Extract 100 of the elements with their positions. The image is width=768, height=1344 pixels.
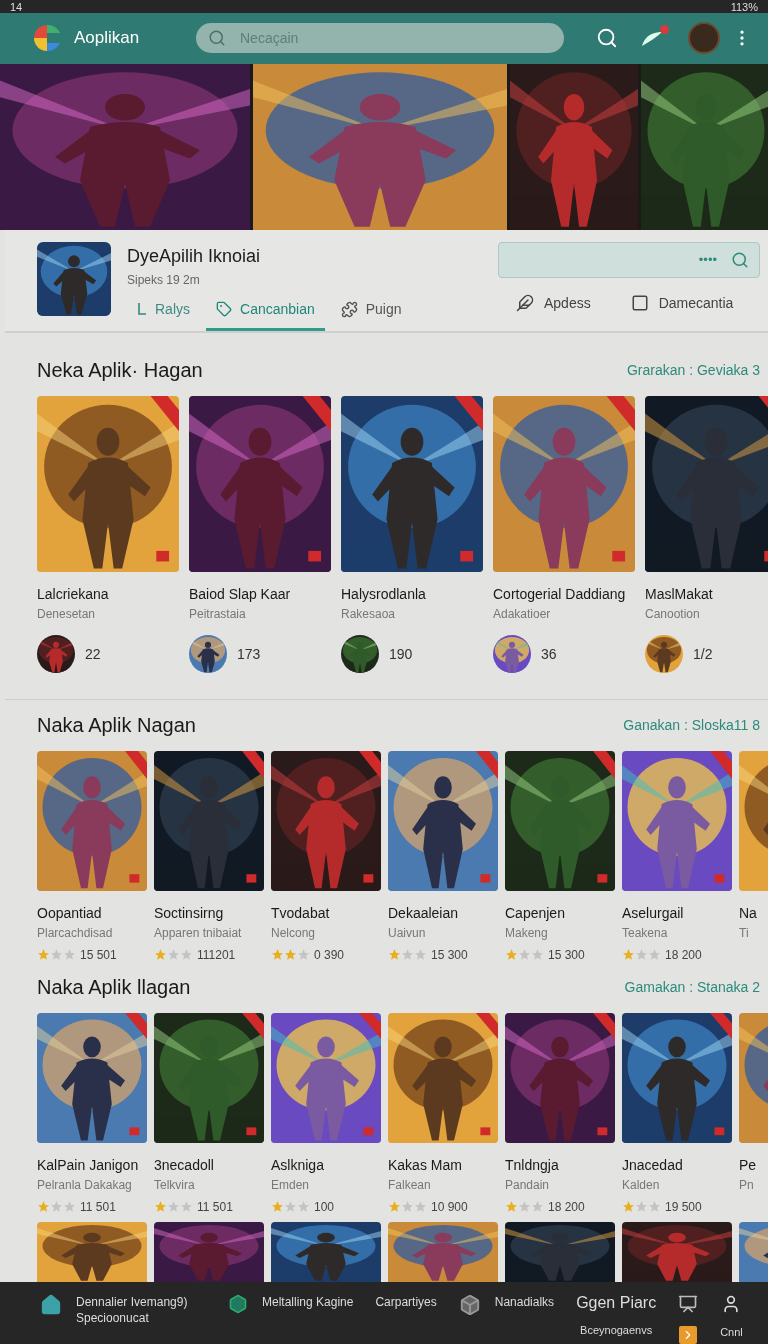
star-icon bbox=[518, 1200, 531, 1214]
app-developer: Telkvira bbox=[154, 1177, 196, 1192]
search-icon[interactable] bbox=[596, 27, 618, 50]
rating-count: 111201 bbox=[197, 947, 236, 962]
star-icon bbox=[50, 948, 63, 962]
star-icon bbox=[401, 948, 414, 962]
count: 22 bbox=[85, 645, 101, 662]
hexagon-icon bbox=[228, 1293, 248, 1314]
star-icon bbox=[505, 1200, 518, 1214]
count: 1/2 bbox=[693, 645, 713, 662]
app-developer: Ti bbox=[739, 925, 750, 940]
search-icon bbox=[731, 250, 749, 269]
rating-count: 15 300 bbox=[548, 947, 585, 962]
star-icon bbox=[154, 1200, 167, 1214]
app-developer: Teakena bbox=[622, 925, 669, 940]
star-icon bbox=[50, 1200, 63, 1214]
app-name: Baiod Slap Kaar bbox=[189, 585, 292, 602]
nav-item[interactable]: Meltalling Kagine bbox=[228, 1293, 354, 1314]
rating-count: 15 501 bbox=[80, 947, 117, 962]
cube-icon bbox=[458, 1293, 481, 1316]
forward-button[interactable] bbox=[679, 1325, 698, 1344]
tab[interactable]: Cancanbian bbox=[206, 292, 325, 331]
app-developer: Pandain bbox=[505, 1177, 551, 1192]
puzzle-icon bbox=[340, 300, 358, 318]
app-name: Lalcriekana bbox=[37, 585, 110, 602]
app-name: Oopantiad bbox=[37, 904, 103, 921]
logo-icon bbox=[32, 23, 62, 54]
star-icon bbox=[388, 1200, 401, 1214]
nav-item[interactable]: Nanadialks bbox=[458, 1293, 555, 1316]
star-icon bbox=[401, 1200, 414, 1214]
app-developer: Rakesaoa bbox=[341, 606, 397, 621]
battery-level: 113% bbox=[730, 0, 758, 13]
rating-count: 15 300 bbox=[431, 947, 468, 962]
star-icon bbox=[505, 948, 518, 962]
star-icon bbox=[167, 948, 180, 962]
star-icon bbox=[297, 948, 310, 962]
avatar[interactable] bbox=[688, 22, 720, 55]
app-name: 3necadoll bbox=[154, 1156, 215, 1173]
status-time: 14 bbox=[10, 0, 23, 13]
app-developer: Peitrastaia bbox=[189, 606, 247, 621]
app-developer: Plarcachdisad bbox=[37, 925, 114, 940]
rating-count: 18 200 bbox=[548, 1199, 585, 1214]
star-icon bbox=[154, 948, 167, 962]
app-subtitle: Sipeks 19 2m bbox=[127, 272, 201, 287]
star-icon bbox=[622, 948, 635, 962]
star-icon bbox=[180, 1200, 193, 1214]
star-icon bbox=[63, 1200, 76, 1214]
home-icon bbox=[40, 1293, 62, 1316]
app-developer: Uaivun bbox=[388, 925, 427, 940]
rating-count: 18 200 bbox=[665, 947, 702, 962]
app-name: MaslMakat bbox=[645, 585, 714, 602]
app-developer: Makeng bbox=[505, 925, 549, 940]
app-name: Aselurgail bbox=[622, 904, 685, 921]
app-developer: Kalden bbox=[622, 1177, 661, 1192]
nav-item[interactable]: Ggen Piarc bbox=[576, 1293, 657, 1312]
star-icon bbox=[167, 1200, 180, 1214]
app-name: Na bbox=[739, 904, 758, 921]
app-developer: Adakatioer bbox=[493, 606, 552, 621]
app-name: Dekaaleian bbox=[388, 904, 460, 921]
star-icon bbox=[297, 1200, 310, 1214]
count: 173 bbox=[237, 645, 261, 662]
star-icon bbox=[622, 1200, 635, 1214]
star-icon bbox=[648, 1200, 661, 1214]
app-name: KalPain Janigon bbox=[37, 1156, 140, 1173]
rating-count: 11 501 bbox=[80, 1199, 116, 1214]
app-developer: Denesetan bbox=[37, 606, 97, 621]
star-icon bbox=[414, 1200, 427, 1214]
app-name: Jnacedad bbox=[622, 1156, 684, 1173]
star-icon bbox=[180, 948, 193, 962]
app-name: Pe bbox=[739, 1156, 758, 1173]
rating-count: 0 390 bbox=[314, 947, 345, 962]
rating-count: 100 bbox=[314, 1199, 335, 1214]
rating-count: 19 500 bbox=[665, 1199, 702, 1214]
star-icon bbox=[388, 948, 401, 962]
app-name: Cortogerial Daddiang bbox=[493, 585, 627, 602]
nav-label[interactable]: Cnnl bbox=[720, 1325, 743, 1338]
app-developer: Pelranla Dakakag bbox=[37, 1177, 133, 1192]
app-developer: Nelcong bbox=[271, 925, 317, 940]
tab[interactable]: Puign bbox=[330, 292, 412, 331]
app-name: Soctinsirng bbox=[154, 904, 225, 921]
app-title: Aoplikan bbox=[74, 28, 141, 49]
action-button[interactable]: Damecantia bbox=[630, 293, 734, 312]
star-icon bbox=[284, 948, 297, 962]
feather-icon bbox=[516, 293, 534, 312]
action-button[interactable]: Apdess bbox=[516, 293, 591, 312]
app-developer: Apparen tnibaiat bbox=[154, 925, 243, 940]
nav-caption: Bceynogaenvs bbox=[580, 1323, 653, 1336]
count: 190 bbox=[389, 645, 413, 662]
nav-item[interactable]: Carpartiyes bbox=[375, 1293, 437, 1310]
star-icon bbox=[37, 1200, 50, 1214]
nav-item[interactable]: Dennalier Ivemang9) Specioonucat bbox=[40, 1293, 206, 1326]
app-name: Halysrodlanla bbox=[341, 585, 427, 602]
star-icon bbox=[271, 1200, 284, 1214]
app-name: Tvodabat bbox=[271, 904, 331, 921]
search-icon bbox=[208, 29, 226, 48]
star-icon bbox=[63, 948, 76, 962]
star-icon bbox=[635, 948, 648, 962]
count: 36 bbox=[541, 645, 557, 662]
app-developer: Falkean bbox=[388, 1177, 432, 1192]
app-name: Capenjen bbox=[505, 904, 566, 921]
